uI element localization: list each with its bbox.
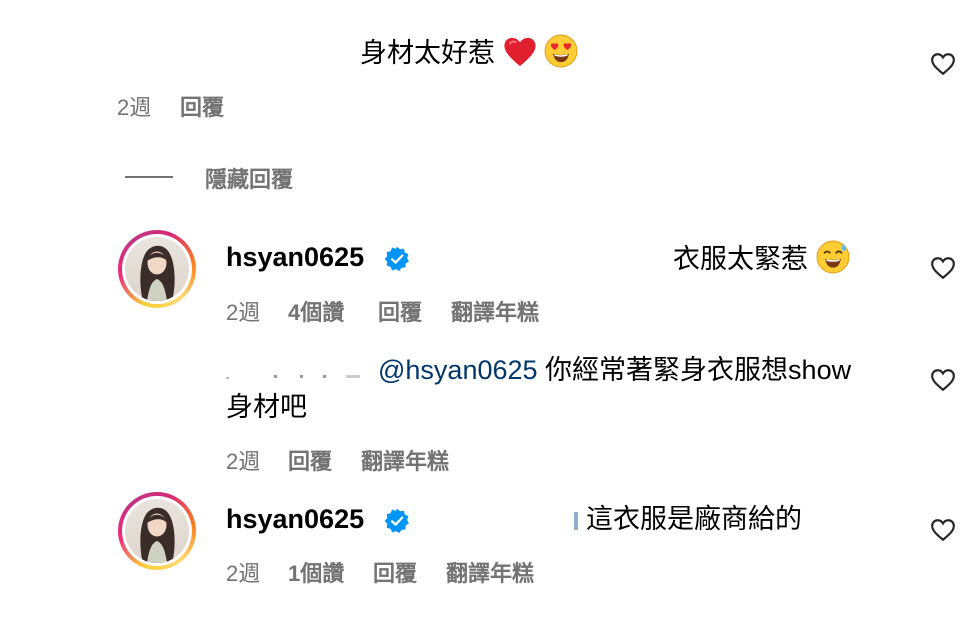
avatar[interactable] — [118, 230, 196, 308]
reply-button[interactable]: 回覆 — [378, 295, 422, 327]
redacted-mention-fragment — [574, 512, 578, 530]
timestamp: 2週 — [226, 300, 261, 325]
reply-button[interactable]: 回覆 — [373, 556, 417, 588]
red-heart-emoji — [503, 37, 536, 67]
verified-badge-icon — [384, 508, 409, 533]
comment-text: @hsyan0625 你經常著緊身衣服想show — [378, 355, 852, 385]
timestamp: 2週 — [226, 449, 261, 474]
reply-button[interactable]: 回覆 — [288, 444, 332, 476]
timestamp: 2週 — [226, 561, 261, 586]
avatar[interactable] — [118, 492, 196, 570]
avatar-photo — [125, 499, 189, 563]
comment-text: 這衣服是廠商給的 — [586, 504, 802, 534]
comment-meta: 2週 — [117, 90, 151, 122]
username[interactable]: hsyan0625 — [226, 242, 364, 273]
like-heart-icon[interactable] — [930, 52, 956, 76]
translate-button[interactable]: 翻譯年糕 — [361, 444, 449, 476]
like-heart-icon[interactable] — [930, 518, 956, 542]
username[interactable]: hsyan0625 — [226, 504, 364, 535]
timestamp: 2週 — [117, 95, 152, 120]
redacted-username — [226, 368, 366, 379]
heart-eyes-emoji — [544, 34, 578, 68]
hide-replies-button[interactable]: 隱藏回覆 — [205, 162, 293, 194]
replies-divider — [125, 176, 173, 178]
reply-button[interactable]: 回覆 — [180, 90, 224, 122]
sweat-smile-emoji — [816, 240, 849, 274]
translate-button[interactable]: 翻譯年糕 — [446, 556, 534, 588]
comment-text: 身材太好惹 — [360, 34, 578, 71]
likes-count[interactable]: 1個讚 — [288, 556, 344, 588]
like-heart-icon[interactable] — [930, 368, 956, 392]
likes-count[interactable]: 4個讚 — [288, 295, 344, 327]
translate-button[interactable]: 翻譯年糕 — [451, 295, 539, 327]
comment-text-continued: 身材吧 — [226, 392, 307, 422]
comment-text: 衣服太緊惹 — [673, 240, 850, 277]
avatar-photo — [125, 237, 189, 301]
like-heart-icon[interactable] — [930, 256, 956, 280]
verified-badge-icon — [384, 246, 409, 271]
mention-link[interactable]: @hsyan0625 — [378, 355, 538, 385]
